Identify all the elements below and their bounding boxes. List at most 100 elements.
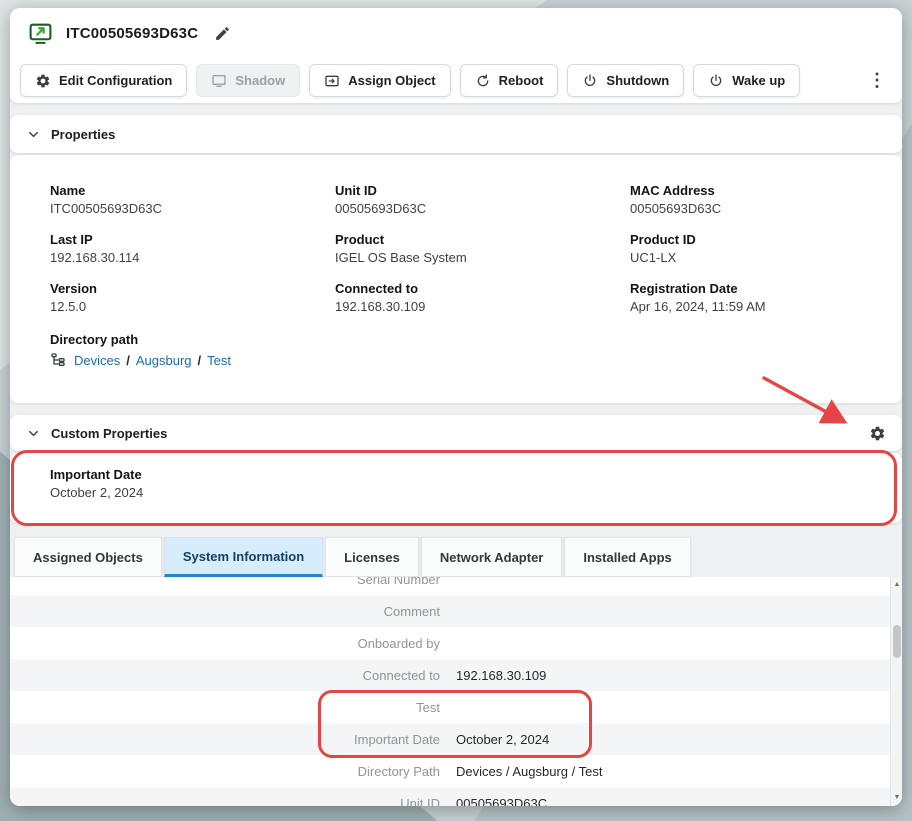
button-label: Wake up: [732, 73, 785, 88]
table-row: Test: [10, 691, 890, 723]
property-field: Product IGEL OS Base System: [335, 232, 630, 265]
reboot-icon: [475, 73, 491, 89]
property-value: 12.5.0: [50, 299, 335, 314]
table-row: Unit ID 00505693D63C: [10, 787, 890, 806]
tab-bar: Assigned Objects System Information Lice…: [10, 537, 902, 577]
properties-grid: NameITC00505693D63C Unit ID00505693D63C …: [50, 183, 862, 314]
button-label: Shadow: [235, 73, 285, 88]
property-field: NameITC00505693D63C: [50, 183, 335, 216]
section-title: Custom Properties: [51, 426, 167, 441]
property-value: UC1-LX: [630, 250, 862, 265]
property-field: Product ID UC1-LX: [630, 232, 862, 265]
property-field: Connected to 192.168.30.109: [335, 281, 630, 314]
custom-properties-panel: Important Date October 2, 2024: [10, 453, 902, 523]
device-detail-window: ITC00505693D63C Edit Configuration Shado…: [10, 8, 902, 806]
row-label: Connected to: [10, 668, 440, 683]
row-value: 192.168.30.109: [456, 668, 546, 683]
property-label: MAC Address: [630, 183, 862, 198]
breadcrumb-separator: /: [120, 353, 136, 368]
row-label: Test: [10, 700, 440, 715]
table-row: Serial Number: [10, 577, 890, 595]
property-value: 00505693D63C: [630, 201, 862, 216]
scroll-up-icon[interactable]: [891, 579, 902, 591]
tab-system-information[interactable]: System Information: [164, 537, 323, 577]
property-value: 00505693D63C: [335, 201, 630, 216]
gear-icon: [35, 73, 51, 89]
property-field: Version 12.5.0: [50, 281, 335, 314]
properties-section-header[interactable]: Properties: [10, 115, 902, 153]
chevron-down-icon[interactable]: [26, 426, 41, 441]
custom-properties-gear-icon[interactable]: [869, 425, 886, 442]
title-row: ITC00505693D63C: [10, 8, 902, 58]
property-label: Version: [50, 281, 335, 296]
device-icon: [28, 21, 53, 46]
property-label: Product ID: [630, 232, 862, 247]
row-label: Comment: [10, 604, 440, 619]
edit-name-icon[interactable]: [214, 25, 231, 42]
breadcrumb: Devices / Augsburg / Test: [50, 352, 862, 368]
table-row: Connected to 192.168.30.109: [10, 659, 890, 691]
row-label: Directory Path: [10, 764, 440, 779]
table-body: Serial Number Comment Onboarded by Conne…: [10, 577, 890, 806]
property-field: Registration Date Apr 16, 2024, 11:59 AM: [630, 281, 862, 314]
property-value: Apr 16, 2024, 11:59 AM: [630, 299, 862, 314]
shutdown-button[interactable]: Shutdown: [567, 64, 684, 97]
button-label: Shutdown: [606, 73, 669, 88]
kebab-menu-icon[interactable]: [862, 66, 892, 96]
monitor-icon: [211, 73, 227, 89]
directory-path-field: Directory path Devices / Augsburg / Test: [50, 332, 862, 368]
row-label: Important Date: [10, 732, 440, 747]
property-value: October 2, 2024: [50, 485, 862, 500]
table-row: Comment: [10, 595, 890, 627]
tab-installed-apps[interactable]: Installed Apps: [564, 537, 690, 577]
row-value: Devices / Augsburg / Test: [456, 764, 602, 779]
scrollbar[interactable]: [890, 577, 902, 806]
power-icon: [708, 73, 724, 89]
row-label: Onboarded by: [10, 636, 440, 651]
tab-assigned-objects[interactable]: Assigned Objects: [14, 537, 162, 577]
button-label: Assign Object: [348, 73, 435, 88]
button-label: Edit Configuration: [59, 73, 172, 88]
section-title: Properties: [51, 127, 115, 142]
row-value: 00505693D63C: [456, 796, 547, 807]
directory-tree-icon: [50, 352, 66, 368]
property-field: MAC Address 00505693D63C: [630, 183, 862, 216]
power-icon: [582, 73, 598, 89]
breadcrumb-separator: /: [192, 353, 208, 368]
property-value: IGEL OS Base System: [335, 250, 630, 265]
tab-licenses[interactable]: Licenses: [325, 537, 419, 577]
scroll-down-icon[interactable]: [891, 792, 902, 804]
button-label: Reboot: [499, 73, 544, 88]
breadcrumb-devices[interactable]: Devices: [74, 353, 120, 368]
wake-up-button[interactable]: Wake up: [693, 64, 800, 97]
property-label: Unit ID: [335, 183, 630, 198]
toolbar: Edit Configuration Shadow Assign Object …: [10, 58, 902, 103]
table-row: Important Date October 2, 2024: [10, 723, 890, 755]
row-label: Unit ID: [10, 796, 440, 807]
property-label: Connected to: [335, 281, 630, 296]
page-title: ITC00505693D63C: [66, 25, 198, 42]
reboot-button[interactable]: Reboot: [460, 64, 559, 97]
breadcrumb-test[interactable]: Test: [207, 353, 231, 368]
property-label: Important Date: [50, 467, 862, 482]
custom-properties-section-header[interactable]: Custom Properties: [10, 415, 902, 451]
assign-object-button[interactable]: Assign Object: [309, 64, 450, 97]
tab-network-adapter[interactable]: Network Adapter: [421, 537, 563, 577]
chevron-down-icon[interactable]: [26, 127, 41, 142]
system-information-table: Serial Number Comment Onboarded by Conne…: [10, 577, 902, 806]
breadcrumb-augsburg[interactable]: Augsburg: [136, 353, 192, 368]
row-value: October 2, 2024: [456, 732, 549, 747]
row-label: Serial Number: [10, 577, 440, 587]
properties-panel: NameITC00505693D63C Unit ID00505693D63C …: [10, 155, 902, 403]
table-row: Directory Path Devices / Augsburg / Test: [10, 755, 890, 787]
property-label: Registration Date: [630, 281, 862, 296]
edit-configuration-button[interactable]: Edit Configuration: [20, 64, 187, 97]
scrollbar-thumb[interactable]: [893, 625, 901, 658]
table-row: Onboarded by: [10, 627, 890, 659]
property-field: Important Date October 2, 2024: [50, 467, 862, 500]
property-field: Unit ID 00505693D63C: [335, 183, 630, 216]
property-label: Directory path: [50, 332, 862, 347]
property-value: 192.168.30.109: [335, 299, 630, 314]
property-label: Product: [335, 232, 630, 247]
shadow-button[interactable]: Shadow: [196, 64, 300, 97]
